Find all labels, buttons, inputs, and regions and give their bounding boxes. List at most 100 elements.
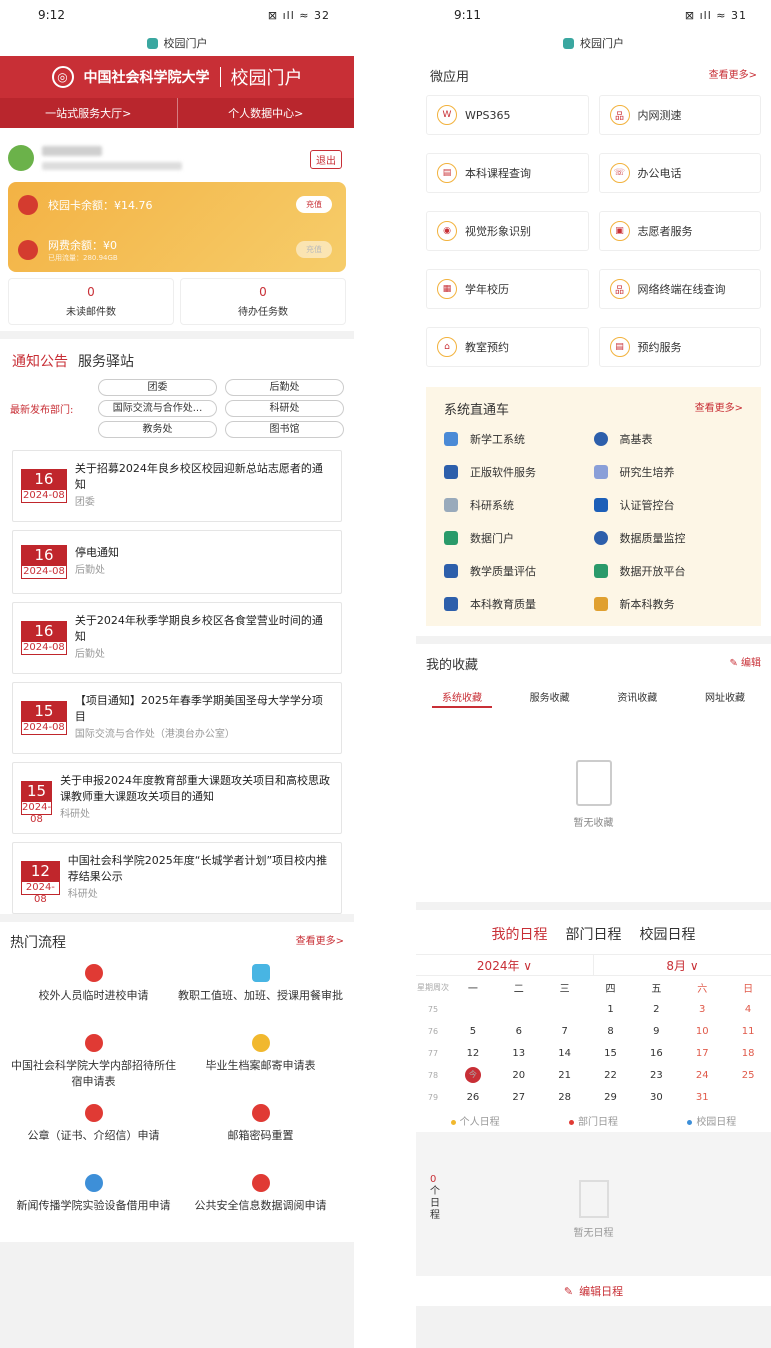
- tab-service-fav[interactable]: 服务收藏: [520, 687, 580, 708]
- process-item[interactable]: 公章（证书、介绍信）申请: [10, 1100, 177, 1162]
- process-item[interactable]: 邮箱密码重置: [177, 1100, 344, 1162]
- logout-button[interactable]: 退出: [310, 150, 342, 169]
- home-icon: ⌂: [437, 337, 457, 357]
- dept-chip[interactable]: 科研处: [225, 400, 344, 417]
- tab-campus-schedule[interactable]: 校园日程: [640, 924, 696, 944]
- tab-url-fav[interactable]: 网址收藏: [695, 687, 755, 708]
- app-course-query[interactable]: ▤ 本科课程查询: [426, 153, 589, 193]
- today-marker[interactable]: 今: [464, 1067, 481, 1083]
- personal-data-link[interactable]: 个人数据中心>: [176, 98, 355, 128]
- sys-item[interactable]: 教学质量评估: [444, 560, 594, 581]
- sys-item[interactable]: 认证管控台: [593, 494, 744, 515]
- dept-chip[interactable]: 国际交流与合作处...: [98, 400, 217, 417]
- sys-item[interactable]: 高基表: [593, 428, 744, 449]
- schedule: 我的日程 部门日程 校园日程 2024年 ∨ 8月 ∨ 星期周次一二三四五六日 7…: [416, 910, 771, 1306]
- notice-item[interactable]: 16 2024-08 关于2024年秋季学期良乡校区各食堂营业时间的通知 后勤处: [12, 602, 342, 674]
- tab-notice[interactable]: 通知公告: [12, 351, 68, 371]
- service-hall-link[interactable]: 一站式服务大厅>: [0, 98, 177, 128]
- todo-tasks[interactable]: 0 待办任务数: [180, 278, 346, 325]
- calendar-week: 79 26 27 28 29 30 31: [427, 1091, 709, 1103]
- status-icons: ⊠ ıll ≈ 31: [684, 8, 747, 22]
- sys-item[interactable]: 本科教育质量: [444, 593, 594, 614]
- tab-service[interactable]: 服务驿站: [78, 351, 134, 371]
- dept-chip[interactable]: 团委: [98, 379, 217, 396]
- dept-chip[interactable]: 后勤处: [225, 379, 344, 396]
- url-bar: 校园门户: [416, 30, 771, 56]
- app-wps365[interactable]: W WPS365: [426, 95, 589, 135]
- notice-item[interactable]: 15 2024-08 【项目通知】2025年春季学期美国圣母大学学分项目 国际交流与合…: [12, 682, 342, 754]
- notice-dept: 后勤处: [74, 649, 105, 660]
- notice-item[interactable]: 16 2024-08 关于招募2024年良乡校区校园迎新总站志愿者的通知 团委: [12, 450, 342, 522]
- divider: [219, 67, 221, 87]
- sub-nav: 一站式服务大厅> 个人数据中心>: [0, 98, 354, 128]
- sys-item[interactable]: 新学工系统: [444, 428, 594, 449]
- system-icon: [444, 431, 458, 446]
- books-icon: [593, 596, 608, 611]
- process-item[interactable]: 新闻传播学院实验设备借用申请: [10, 1170, 177, 1232]
- notice-dept: 后勤处: [75, 565, 105, 576]
- process-item[interactable]: 中国社会科学院大学内部招待所住宿申请表: [10, 1030, 177, 1092]
- sys-item[interactable]: 数据门户: [444, 527, 594, 548]
- date-badge: 15 2024-08: [21, 781, 53, 825]
- calendar-week: 77 12 13 14 15 16 17 18: [427, 1047, 755, 1059]
- date-badge: 12 2024-08: [21, 861, 60, 905]
- sys-item[interactable]: 正版软件服务: [444, 461, 594, 482]
- phone-icon: ☏: [609, 163, 630, 183]
- date-badge: 16 2024-08: [21, 545, 67, 579]
- system-icon: [444, 563, 458, 578]
- notice-item[interactable]: 16 2024-08 停电通知 后勤处: [12, 530, 342, 594]
- month-select[interactable]: 8月 ∨: [593, 955, 771, 975]
- edit-schedule-button[interactable]: ✎ 编辑日程: [416, 1276, 771, 1306]
- app-calendar[interactable]: ▦ 学年校历: [426, 269, 589, 309]
- task-count: 0: [259, 285, 267, 299]
- tab-my-schedule[interactable]: 我的日程: [492, 924, 548, 944]
- card-icon: [18, 194, 38, 215]
- process-item[interactable]: 教职工值班、加班、授课用餐审批: [177, 960, 344, 1022]
- year-select[interactable]: 2024年 ∨: [416, 955, 593, 975]
- mail-label: 未读邮件数: [66, 307, 116, 318]
- app-visual-identity[interactable]: ◉ 视觉形象识别: [426, 211, 589, 251]
- dept-chip[interactable]: 教务处: [98, 421, 217, 438]
- id-icon: [84, 964, 103, 982]
- app-speedtest[interactable]: 品内网测速: [598, 95, 761, 135]
- card-recharge-button[interactable]: 充值: [296, 196, 332, 213]
- tab-system-fav[interactable]: 系统收藏: [432, 687, 492, 708]
- sys-item[interactable]: 研究生培养: [593, 461, 744, 482]
- sys-item[interactable]: 新本科教务: [593, 593, 744, 614]
- portal-banner: ◎ 中国社会科学院大学 校园门户: [0, 56, 354, 98]
- app-volunteer[interactable]: ▣ 志愿者服务: [598, 211, 761, 251]
- tab-news-fav[interactable]: 资讯收藏: [607, 687, 667, 708]
- sys-item[interactable]: 数据质量监控: [593, 527, 744, 548]
- notice-tabs: 通知公告 服务驿站: [0, 339, 354, 379]
- unread-mail[interactable]: 0 未读邮件数: [8, 278, 174, 325]
- calendar-week: 78 今 20 21 22 23 24 25: [416, 1064, 771, 1086]
- system-icon: [444, 596, 458, 611]
- process-item[interactable]: 公共安全信息数据调阅申请: [177, 1170, 344, 1232]
- app-terminal-query[interactable]: 品网络终端在线查询: [598, 269, 761, 309]
- school-logo-icon: ◎: [51, 66, 74, 88]
- app-classroom[interactable]: ⌂ 教室预约: [426, 327, 589, 367]
- app-booking[interactable]: ▤ 预约服务: [598, 327, 761, 367]
- sys-more-link[interactable]: 查看更多>: [695, 399, 743, 418]
- sys-item[interactable]: 科研系统: [444, 494, 594, 515]
- notice-item[interactable]: 15 2024-08 关于申报2024年度教育部重大课题攻关项目和高校思政课教师重大…: [12, 762, 342, 834]
- status-bar: 9:11 ⊠ ıll ≈ 31: [416, 0, 771, 30]
- sys-item[interactable]: 数据开放平台: [593, 560, 744, 581]
- net-recharge-button[interactable]: 充值: [296, 241, 332, 258]
- hot-more-link[interactable]: 查看更多>: [296, 932, 344, 952]
- micro-more-link[interactable]: 查看更多>: [709, 66, 757, 85]
- calendar-week: 75 1 2 3 4: [427, 1003, 752, 1015]
- user-icon: [84, 1034, 103, 1052]
- calendar: 星期周次一二三四五六日 75 1 2 3 4 76 5 6 7 8 9 10 11 77 12 13 14 1…: [416, 976, 771, 1108]
- notice-title: 【项目通知】2025年春季学期美国圣母大学学分项目: [74, 694, 323, 723]
- tab-dept-schedule[interactable]: 部门日程: [566, 924, 622, 944]
- process-item[interactable]: 校外人员临时进校申请: [10, 960, 177, 1022]
- process-item[interactable]: 毕业生档案邮寄申请表: [177, 1030, 344, 1092]
- app-office-phone[interactable]: ☏ 办公电话: [598, 153, 761, 193]
- school-name: 中国社会科学院大学: [83, 70, 210, 86]
- fav-edit-button[interactable]: ✎ 编辑: [729, 654, 761, 673]
- notice-title: 关于申报2024年度教育部重大课题攻关项目和高校思政课教师重大课题攻关项目的通知: [60, 774, 331, 803]
- date-badge: 16 2024-08: [21, 621, 67, 655]
- dept-chip[interactable]: 图书馆: [225, 421, 344, 438]
- notice-item[interactable]: 12 2024-08 中国社会科学院2025年度“长城学者计划”项目校内推荐结果公示…: [12, 842, 342, 914]
